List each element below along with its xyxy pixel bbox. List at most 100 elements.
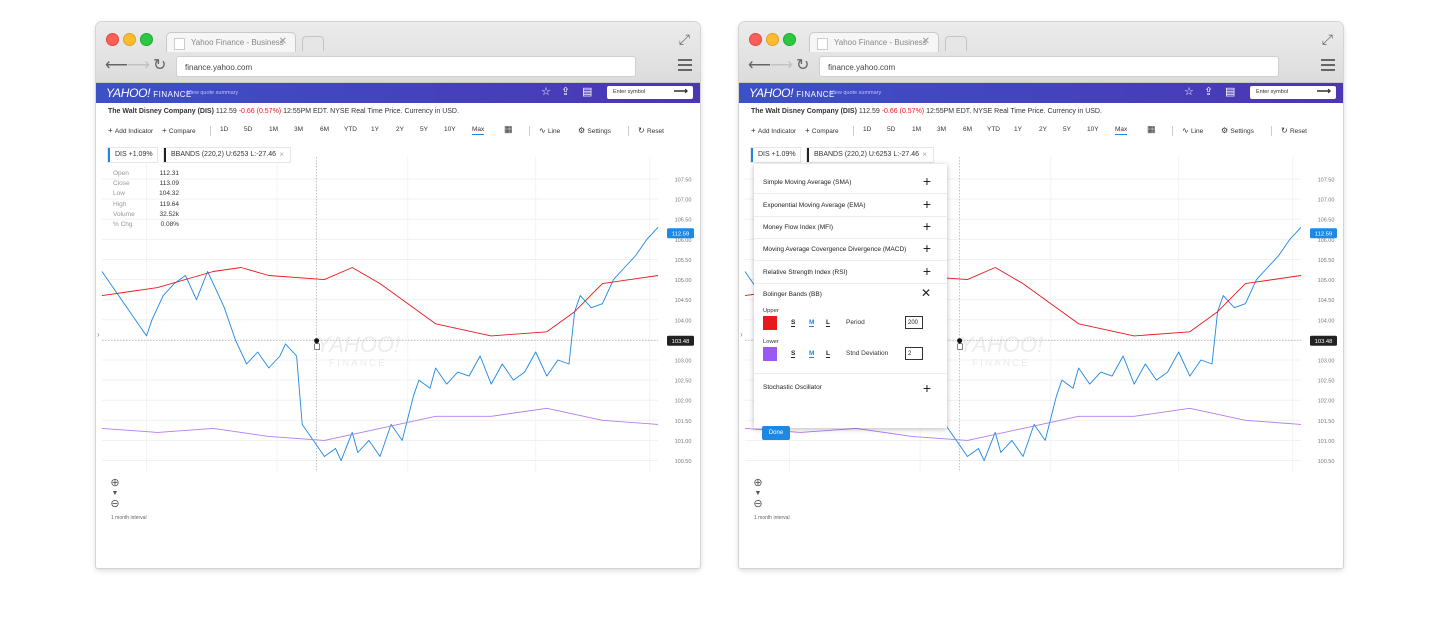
- indicator-item-macd[interactable]: Moving Average Covergence Divergence (MA…: [754, 239, 947, 261]
- add-icon[interactable]: +: [923, 381, 931, 395]
- address-bar[interactable]: finance.yahoo.com: [819, 56, 1279, 77]
- symbol-search-input[interactable]: Enter symbol ⟶: [607, 86, 693, 99]
- minimize-window-button[interactable]: [766, 33, 779, 46]
- reload-icon[interactable]: ↻: [153, 58, 166, 74]
- print-icon[interactable]: ▤: [1225, 87, 1235, 98]
- new-tab-button[interactable]: [945, 36, 967, 51]
- view-quote-summary-link[interactable]: View quote summary: [187, 90, 238, 96]
- compare-button[interactable]: + Compare: [162, 126, 196, 135]
- minimize-window-button[interactable]: [123, 33, 136, 46]
- range-5y[interactable]: 5Y: [1063, 126, 1071, 133]
- range-max[interactable]: Max: [472, 126, 485, 135]
- bbands-legend[interactable]: BBANDS (220,2) U:6253 L:-27.46 ×: [164, 148, 290, 162]
- remove-icon[interactable]: ✕: [921, 286, 931, 300]
- settings-button[interactable]: ⚙ Settings: [578, 126, 611, 135]
- view-quote-summary-link[interactable]: View quote summary: [830, 90, 881, 96]
- search-arrow-icon[interactable]: ⟶: [674, 86, 688, 97]
- yahoo-finance-logo[interactable]: YAHOO! FINANCE: [106, 86, 192, 100]
- indicator-item-mfi[interactable]: Money Flow Index (MFI) +: [754, 217, 947, 239]
- share-icon[interactable]: ⇪: [561, 87, 570, 98]
- browser-menu-icon[interactable]: [1321, 59, 1335, 71]
- indicator-item-bollinger[interactable]: Bolinger Bands (BB) ✕: [754, 284, 947, 305]
- zoom-out-icon[interactable]: ⊖: [109, 498, 121, 510]
- zoom-in-icon[interactable]: ⊕: [109, 477, 121, 489]
- fullscreen-icon[interactable]: ⤢: [679, 31, 690, 48]
- upper-size-m[interactable]: M: [809, 319, 815, 327]
- browser-tab[interactable]: Yahoo Finance - Business ✕: [166, 32, 296, 52]
- upper-size-s[interactable]: S: [791, 319, 796, 327]
- expand-icon[interactable]: ›: [97, 330, 100, 339]
- new-tab-button[interactable]: [302, 36, 324, 51]
- remove-indicator-icon[interactable]: ×: [279, 150, 284, 159]
- range-6m[interactable]: 6M: [963, 126, 972, 133]
- range-5d[interactable]: 5D: [244, 126, 252, 133]
- calendar-icon[interactable]: ▦: [504, 124, 513, 135]
- zoom-out-icon[interactable]: ⊖: [752, 498, 764, 510]
- indicator-item-ema[interactable]: Exponential Moving Average (EMA) +: [754, 195, 947, 217]
- expand-icon[interactable]: ›: [740, 330, 743, 339]
- range-3m[interactable]: 3M: [937, 126, 946, 133]
- forward-arrow-icon[interactable]: ⟶: [127, 58, 150, 74]
- indicator-item-sma[interactable]: Simple Moving Average (SMA) +: [754, 172, 947, 194]
- search-arrow-icon[interactable]: ⟶: [1317, 86, 1331, 97]
- range-3m[interactable]: 3M: [294, 126, 303, 133]
- range-5y[interactable]: 5Y: [420, 126, 428, 133]
- reset-button[interactable]: ↻ Reset: [1281, 126, 1307, 135]
- bbands-legend[interactable]: BBANDS (220,2) U:6253 L:-27.46 ×: [807, 148, 933, 162]
- browser-tab[interactable]: Yahoo Finance - Business ✕: [809, 32, 939, 52]
- browser-menu-icon[interactable]: [678, 59, 692, 71]
- back-arrow-icon[interactable]: ⟵: [748, 58, 771, 74]
- range-ytd[interactable]: YTD: [344, 126, 357, 133]
- range-5d[interactable]: 5D: [887, 126, 895, 133]
- period-input[interactable]: 200: [905, 316, 923, 329]
- zoom-slider-icon[interactable]: ▼: [109, 489, 121, 498]
- star-icon[interactable]: ☆: [541, 87, 551, 98]
- add-indicator-button[interactable]: + Add Indicator: [108, 126, 153, 135]
- maximize-window-button[interactable]: [140, 33, 153, 46]
- upper-color-swatch[interactable]: [763, 316, 777, 330]
- upper-size-l[interactable]: L: [826, 319, 830, 327]
- share-icon[interactable]: ⇪: [1204, 87, 1213, 98]
- fullscreen-icon[interactable]: ⤢: [1322, 31, 1333, 48]
- star-icon[interactable]: ☆: [1184, 87, 1194, 98]
- range-ytd[interactable]: YTD: [987, 126, 1000, 133]
- range-1d[interactable]: 1D: [863, 126, 871, 133]
- range-10y[interactable]: 10Y: [1087, 126, 1099, 133]
- reload-icon[interactable]: ↻: [796, 58, 809, 74]
- zoom-in-icon[interactable]: ⊕: [752, 477, 764, 489]
- add-icon[interactable]: +: [923, 264, 931, 278]
- lower-color-swatch[interactable]: [763, 347, 777, 361]
- chart-type-line-button[interactable]: ∿ Line: [1182, 126, 1203, 135]
- range-1y[interactable]: 1Y: [1014, 126, 1022, 133]
- add-icon[interactable]: +: [923, 197, 931, 211]
- range-6m[interactable]: 6M: [320, 126, 329, 133]
- range-max[interactable]: Max: [1115, 126, 1128, 135]
- range-10y[interactable]: 10Y: [444, 126, 456, 133]
- print-icon[interactable]: ▤: [582, 87, 592, 98]
- add-icon[interactable]: +: [923, 219, 931, 233]
- series-legend[interactable]: DIS +1.09%: [751, 148, 800, 162]
- range-1m[interactable]: 1M: [269, 126, 278, 133]
- range-1d[interactable]: 1D: [220, 126, 228, 133]
- close-tab-icon[interactable]: ✕: [279, 36, 287, 47]
- reset-button[interactable]: ↻ Reset: [638, 126, 664, 135]
- back-arrow-icon[interactable]: ⟵: [105, 58, 128, 74]
- indicator-item-rsi[interactable]: Relative Strength Index (RSI) +: [754, 262, 947, 284]
- close-window-button[interactable]: [749, 33, 762, 46]
- std-deviation-input[interactable]: 2: [905, 347, 923, 360]
- close-tab-icon[interactable]: ✕: [922, 36, 930, 47]
- indicator-item-stochastic[interactable]: Stochastic Oscillator +: [754, 373, 947, 402]
- done-button[interactable]: Done: [762, 426, 790, 440]
- lower-size-m[interactable]: M: [809, 350, 815, 358]
- add-icon[interactable]: +: [923, 241, 931, 255]
- yahoo-finance-logo[interactable]: YAHOO! FINANCE: [749, 86, 835, 100]
- series-legend[interactable]: DIS +1.09%: [108, 148, 157, 162]
- add-indicator-button[interactable]: + Add Indicator: [751, 126, 796, 135]
- range-1m[interactable]: 1M: [912, 126, 921, 133]
- settings-button[interactable]: ⚙ Settings: [1221, 126, 1254, 135]
- range-2y[interactable]: 2Y: [1039, 126, 1047, 133]
- zoom-slider-icon[interactable]: ▼: [752, 489, 764, 498]
- compare-button[interactable]: + Compare: [805, 126, 839, 135]
- close-window-button[interactable]: [106, 33, 119, 46]
- address-bar[interactable]: finance.yahoo.com: [176, 56, 636, 77]
